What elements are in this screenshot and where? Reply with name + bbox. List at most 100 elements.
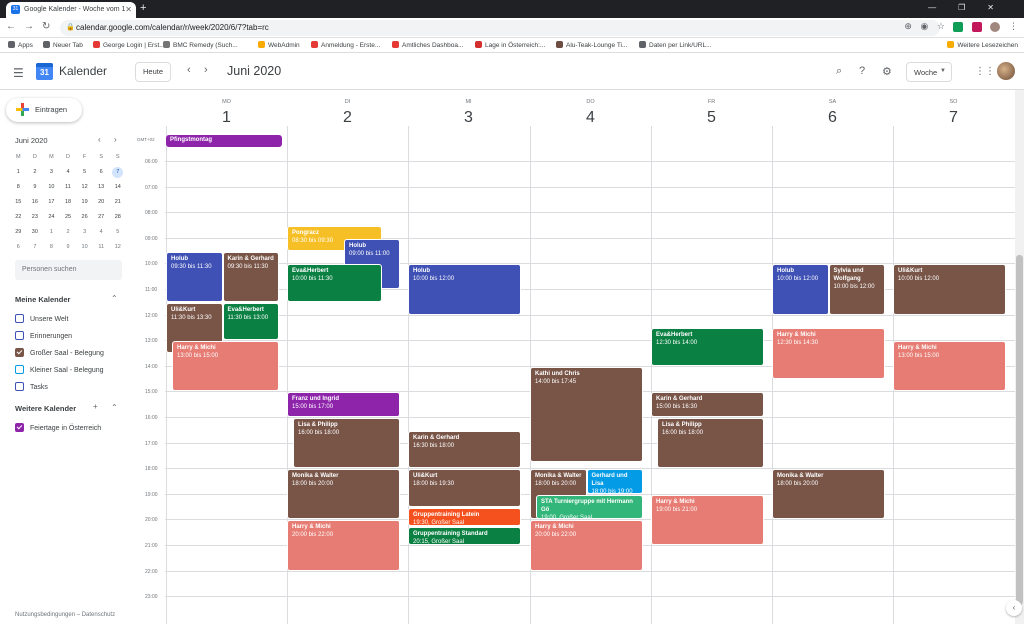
chevron-up-icon[interactable]: ⌃ [111,294,118,303]
add-calendar-icon[interactable]: + [93,402,98,411]
calendar-event[interactable]: Uli&Kurt 18:00 bis 19:30 [408,469,521,507]
mini-next-icon[interactable]: › [114,135,117,144]
calendar-event[interactable]: Uli&Kurt 10:00 bis 12:00 [893,264,1006,315]
calendar-event[interactable]: Karin & Gerhard 15:00 bis 16:30 [651,392,764,417]
mini-day[interactable]: 17 [43,196,60,211]
calendar-event[interactable]: Harry & Michi 19:00 bis 21:00 [651,494,764,545]
calendar-event[interactable]: Sylvia und Wolfgang 10:00 bis 12:00 [828,264,885,315]
mini-day[interactable]: 27 [93,211,110,226]
previous-week-icon[interactable]: ‹ [187,64,191,76]
bookmark-item[interactable]: Neuer Tab [43,41,83,49]
mini-day[interactable]: 20 [93,196,110,211]
calendar-event[interactable]: Holub 10:00 bis 12:00 [408,264,521,315]
bookmark-item[interactable]: Daten per Link/URL... [639,41,712,49]
calendar-event[interactable]: Franz und Ingrid 15:00 bis 17:00 [287,392,400,417]
mini-day[interactable]: 30 [27,226,44,241]
calendar-event[interactable]: Lisa & Philipp 16:00 bis 18:00 [293,418,400,469]
eye-icon[interactable]: ◉ [920,21,928,32]
mini-day[interactable]: 23 [27,211,44,226]
mini-day[interactable]: 4 [60,166,77,181]
calendar-event[interactable]: Karin & Gerhard 09:30 bis 11:30 [222,251,279,302]
calendar-checkbox[interactable] [15,331,24,340]
calendar-checkbox[interactable] [15,314,24,323]
mini-day[interactable]: 5 [109,226,126,241]
mini-day[interactable]: 8 [10,181,27,196]
calendar-list-item[interactable]: Großer Saal - Belegung [15,348,104,357]
browser-tab[interactable]: 31 Google Kalender - Woche vom 1 ✕ [6,2,136,18]
create-event-button[interactable]: Eintragen [6,98,82,122]
mini-day[interactable]: 3 [43,166,60,181]
search-people-input[interactable]: Personen suchen [15,260,122,280]
calendar-event[interactable]: Gruppentraining Latein 19:30, Großer Saal [408,507,521,526]
view-selector[interactable]: Woche ▼ [906,62,952,82]
calendar-checkbox[interactable] [15,365,24,374]
mini-day[interactable]: 1 [10,166,27,181]
mini-day[interactable]: 2 [60,226,77,241]
calendar-checkbox[interactable] [15,348,24,357]
mini-day[interactable]: 14 [109,181,126,196]
profile-avatar-icon[interactable] [990,21,1001,32]
calendar-checkbox[interactable] [15,382,24,391]
day-number[interactable]: 4 [530,109,651,127]
search-icon[interactable]: ⌕ [836,65,842,78]
day-header[interactable]: SA 6 [772,90,893,135]
calendar-event[interactable]: Eva&Herbert 12:30 bis 14:00 [651,328,764,366]
nav-buttons[interactable]: ←→↻ [6,21,58,32]
calendar-event[interactable]: Gruppentraining Standard 20:15, Großer Sa… [408,526,521,545]
day-number[interactable]: 6 [772,109,893,127]
calendar-event[interactable]: Harry & Michi 13:00 bis 15:00 [893,341,1006,392]
mini-day[interactable]: 25 [60,211,77,226]
mini-day[interactable]: 28 [109,211,126,226]
chevron-up-icon[interactable]: ⌃ [111,403,118,412]
day-number[interactable]: 7 [893,109,1014,127]
mini-day[interactable]: 12 [109,241,126,256]
day-header[interactable]: MO 1 [166,90,287,135]
mini-day[interactable]: 16 [27,196,44,211]
new-tab-icon[interactable]: + [140,2,146,14]
day-header[interactable]: FR 5 [651,90,772,135]
calendar-list-item[interactable]: Erinnerungen [15,331,72,340]
mini-day[interactable]: 10 [43,181,60,196]
scrollbar-thumb[interactable] [1016,255,1023,605]
mini-day[interactable]: 18 [60,196,77,211]
other-bookmarks[interactable]: Weitere Lesezeichen [947,41,1018,49]
calendar-event[interactable]: Karin & Gerhard 16:30 bis 18:00 [408,430,521,469]
mini-day[interactable]: 4 [93,226,110,241]
window-controls[interactable]: —❐✕ [928,3,1016,12]
bookmark-item[interactable]: WebAdmin [258,41,300,49]
calendar-event[interactable]: Holub 10:00 bis 12:00 [772,264,829,315]
calendar-event[interactable]: Kathi und Chris 14:00 bis 17:45 [530,366,643,462]
calendar-list-item[interactable]: Tasks [15,382,48,391]
footer-links[interactable]: Nutzungsbedingungen – Datenschutz [15,612,115,618]
day-header[interactable]: SO 7 [893,90,1014,135]
day-header[interactable]: DI 2 [287,90,408,135]
calendar-event[interactable]: Monika & Walter 18:00 bis 20:00 [772,469,885,520]
mini-day[interactable]: 8 [43,241,60,256]
calendar-event[interactable]: Harry & Michi 13:00 bis 15:00 [172,341,279,392]
calendar-event[interactable]: Harry & Michi 12:30 bis 14:30 [772,328,885,379]
bookmark-item[interactable]: Lage in Österreich:... [475,41,545,49]
extension-icon[interactable] [953,21,964,32]
bookmark-item[interactable]: Amtliches Dashboa... [392,41,463,49]
calendar-event[interactable]: Holub 09:30 bis 11:30 [166,251,223,302]
calendar-list-item[interactable]: Kleiner Saal - Belegung [15,365,104,374]
mini-day[interactable]: 26 [76,211,93,226]
bookmark-item[interactable]: Apps [8,41,33,49]
bookmark-item[interactable]: George Login | Erst... [93,41,165,49]
account-avatar[interactable] [997,62,1015,80]
mini-day[interactable]: 9 [27,181,44,196]
mini-day[interactable]: 6 [93,166,110,181]
mini-day[interactable]: 11 [93,241,110,256]
help-icon[interactable]: ? [859,65,865,77]
day-number[interactable]: 2 [287,109,408,127]
mini-day[interactable]: 5 [76,166,93,181]
mini-day[interactable]: 7 [109,166,126,181]
calendar-event[interactable]: Harry & Michi 20:00 bis 22:00 [530,520,643,571]
mini-day[interactable]: 21 [109,196,126,211]
calendar-event[interactable]: Gerhard und Lisa 18:00 bis 19:00 [586,469,643,494]
today-button[interactable]: Heute [135,62,171,82]
bookmark-item[interactable]: Anmeldung - Erste... [311,41,380,49]
mini-day[interactable]: 13 [93,181,110,196]
star-icon[interactable]: ☆ [937,21,945,32]
settings-gear-icon[interactable]: ⚙ [882,65,892,78]
